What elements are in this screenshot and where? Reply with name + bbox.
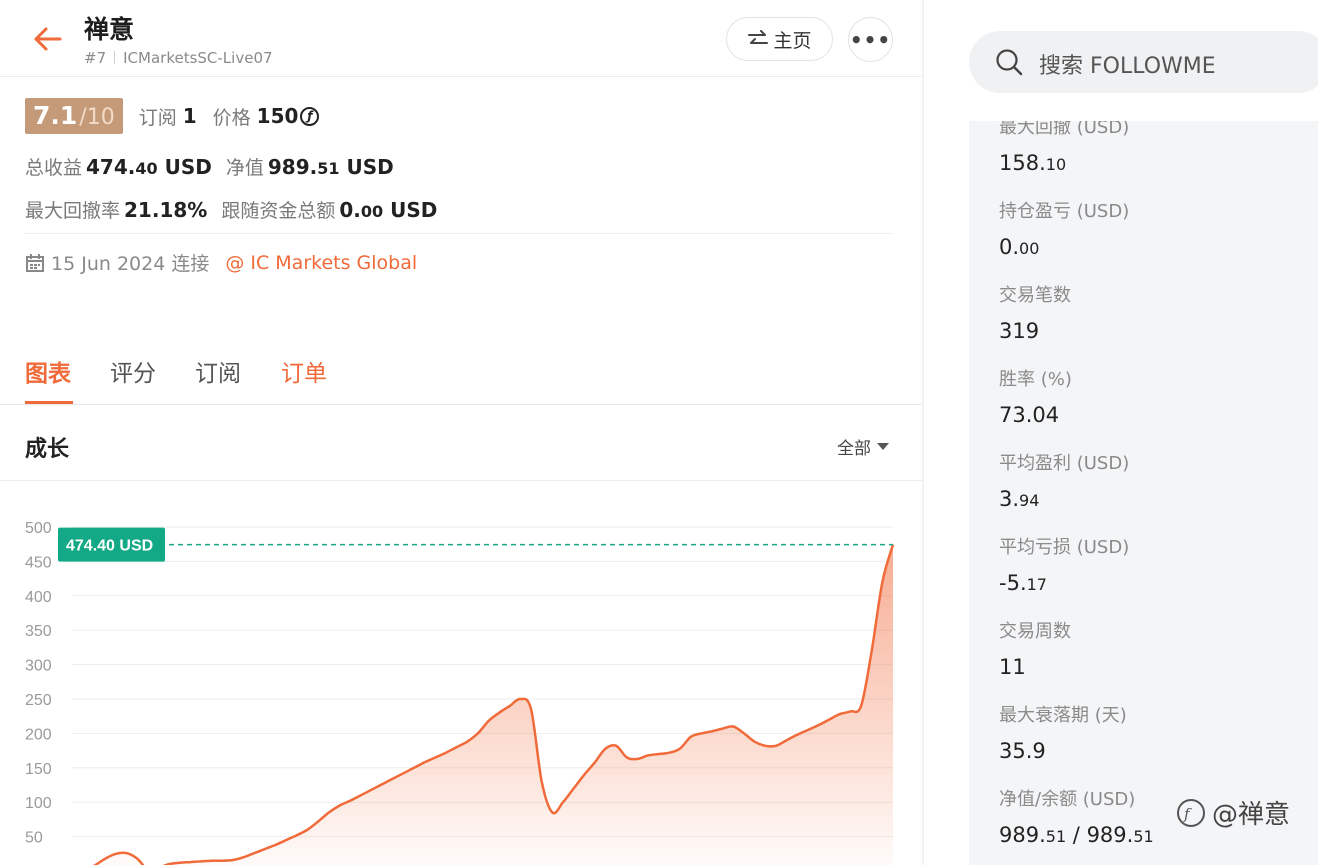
stat-win-rate: 胜率 (%) 73.04 xyxy=(999,365,1072,427)
subscribe-label: 订阅 xyxy=(138,106,177,129)
y-tick-label: 450 xyxy=(25,554,52,571)
home-button[interactable]: 主页 xyxy=(726,17,833,61)
zhihu-watermark: f @禅意 xyxy=(1176,794,1290,831)
stat-value: 3.94 xyxy=(999,487,1040,511)
stat-max-decline-period: 最大衰落期 (天) 35.9 xyxy=(999,701,1127,763)
stat-label: 平均盈利 (USD) xyxy=(999,453,1130,474)
stat-label: 净值/余额 (USD) xyxy=(999,789,1136,810)
range-dropdown[interactable]: 全部 xyxy=(837,434,889,459)
stat-label: 胜率 (%) xyxy=(999,369,1072,390)
stat-value: 0.00 xyxy=(999,235,1040,259)
y-tick-label: 100 xyxy=(25,795,52,812)
stat-label: 最大衰落期 (天) xyxy=(999,705,1127,726)
growth-header: 成长 全部 xyxy=(0,405,922,481)
tab-orders[interactable]: 订单 xyxy=(281,354,327,388)
coin-icon: ƒ xyxy=(300,106,320,126)
page-header: 禅意 #7 ICMarketsSC-Live07 主页 ••• xyxy=(0,0,922,77)
trader-detail-panel: 禅意 #7 ICMarketsSC-Live07 主页 ••• 7.1 /10 订… xyxy=(0,0,922,865)
y-tick-label: 400 xyxy=(25,589,52,606)
equity-label: 净值 xyxy=(225,157,264,179)
y-tick-label: 350 xyxy=(25,623,52,640)
y-tick-label: 300 xyxy=(25,658,52,675)
stat-avg-loss: 平均亏损 (USD) -5.17 xyxy=(999,533,1129,595)
search-placeholder: 搜索 FOLLOWME xyxy=(1039,54,1216,79)
section-divider xyxy=(25,233,893,234)
growth-chart: 050100150200250300350400450500 474.40 US… xyxy=(25,520,895,865)
broker-link[interactable]: @ IC Markets Global xyxy=(225,252,417,274)
column-divider xyxy=(922,0,924,865)
stat-trade-weeks: 交易周数 11 xyxy=(999,617,1071,679)
more-dots-icon: ••• xyxy=(849,27,892,52)
tab-rating[interactable]: 评分 xyxy=(110,354,156,388)
stat-value: 989.51 / 989.51 xyxy=(999,823,1154,847)
trader-subtitle: #7 ICMarketsSC-Live07 xyxy=(84,49,273,67)
stat-label: 交易周数 xyxy=(999,621,1071,642)
stats-sidebar: 最大回撤 (USD) 158.10 持仓盈亏 (USD) 0.00 交易笔数 3… xyxy=(969,121,1318,865)
stat-value: 11 xyxy=(999,655,1026,679)
equity-value: 989.51 USD xyxy=(267,155,394,179)
score-badge: 7.1 /10 xyxy=(25,98,123,134)
tab-bar: 图表 评分 订阅 订单 xyxy=(0,340,922,405)
score-max: /10 xyxy=(79,105,115,130)
tab-subscription[interactable]: 订阅 xyxy=(195,354,241,388)
follow-funds-value: 0.00 USD xyxy=(339,198,438,222)
swap-icon xyxy=(748,30,769,44)
stat-trade-count: 交易笔数 319 xyxy=(999,281,1071,343)
home-button-label: 主页 xyxy=(773,29,812,52)
stat-label: 持仓盈亏 (USD) xyxy=(999,201,1130,222)
growth-area xyxy=(95,544,893,865)
y-tick-label: 500 xyxy=(25,520,52,537)
stat-value: 319 xyxy=(999,319,1040,343)
drawdown-value: 21.18% xyxy=(124,198,208,222)
calendar-icon xyxy=(26,253,44,272)
tab-chart[interactable]: 图表 xyxy=(25,354,71,388)
price-label: 价格 xyxy=(212,106,251,129)
caret-down-icon xyxy=(877,443,889,450)
y-tick-label: 200 xyxy=(25,726,52,743)
chart-y-axis: 050100150200250300350400450500 xyxy=(25,520,52,865)
stat-label: 平均亏损 (USD) xyxy=(999,537,1130,558)
drawdown-label: 最大回撤率 xyxy=(25,200,121,222)
stat-equity-balance: 净值/余额 (USD) 989.51 / 989.51 xyxy=(999,785,1154,847)
zhihu-logo-icon: f xyxy=(1177,798,1205,827)
more-button[interactable]: ••• xyxy=(848,17,893,62)
income-value: 474.40 USD xyxy=(86,155,212,179)
active-tab-indicator xyxy=(25,401,73,404)
connect-row: 15 Jun 2024 连接 @ IC Markets Global xyxy=(25,249,417,276)
stat-label: 最大回撤 (USD) xyxy=(999,121,1130,138)
drawdown-row: 最大回撤率 21.18% 跟随资金总额 0.00 USD xyxy=(25,196,437,223)
range-selected-value: 全部 xyxy=(837,439,871,459)
price-value: 150 xyxy=(256,104,299,128)
rating-row: 7.1 /10 订阅 1 价格 150 ƒ xyxy=(25,98,320,134)
income-row: 总收益 474.40 USD 净值 989.51 USD xyxy=(25,153,394,180)
svg-text:f: f xyxy=(1183,805,1192,823)
stat-max-drawdown: 最大回撤 (USD) 158.10 xyxy=(999,121,1129,175)
stat-value: 158.10 xyxy=(999,151,1067,175)
search-icon xyxy=(996,49,1023,76)
trader-rank: #7 xyxy=(84,49,107,67)
connect-date: 15 Jun 2024 连接 xyxy=(51,253,210,275)
score-value: 7.1 xyxy=(33,101,78,130)
subtitle-divider xyxy=(114,51,116,64)
watermark-text: @禅意 xyxy=(1212,800,1291,830)
income-label: 总收益 xyxy=(25,157,83,179)
growth-title: 成长 xyxy=(25,437,70,462)
y-tick-label: 250 xyxy=(25,692,52,709)
y-tick-label: 50 xyxy=(25,830,43,847)
search-input[interactable]: 搜索 FOLLOWME xyxy=(969,31,1318,93)
stat-value: 35.9 xyxy=(999,739,1046,763)
stat-label: 交易笔数 xyxy=(999,285,1071,306)
follow-funds-label: 跟随资金总额 xyxy=(221,200,336,222)
y-tick-label: 150 xyxy=(25,761,52,778)
stat-open-pnl: 持仓盈亏 (USD) 0.00 xyxy=(999,197,1129,259)
back-arrow-icon[interactable] xyxy=(30,24,64,54)
stat-value: 73.04 xyxy=(999,403,1060,427)
stat-value: -5.17 xyxy=(999,571,1047,595)
trader-server: ICMarketsSC-Live07 xyxy=(123,49,273,67)
trader-name: 禅意 xyxy=(84,15,135,44)
subscribe-count: 1 xyxy=(182,104,197,128)
stat-avg-profit: 平均盈利 (USD) 3.94 xyxy=(999,449,1129,511)
current-value-tag-text: 474.40 USD xyxy=(66,538,153,555)
